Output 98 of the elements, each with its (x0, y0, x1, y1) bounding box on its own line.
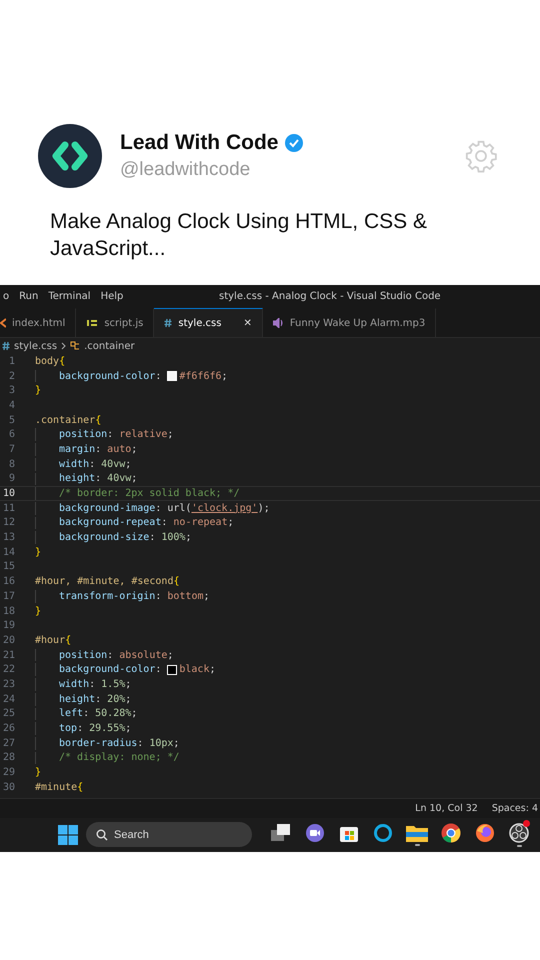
code-text: height: 40vw; (58, 473, 138, 484)
line-number: 24 (2, 694, 15, 705)
menu-item[interactable]: o (0, 291, 16, 302)
line-number: 4 (8, 400, 15, 411)
code-text: margin: auto; (58, 444, 138, 455)
code-text: #f6f6f6; (179, 370, 228, 382)
code-text: .container{ (35, 414, 102, 426)
code-text: position: relative; (58, 429, 174, 440)
code-text: height: 20%; (58, 694, 132, 705)
code-text: } (35, 385, 42, 396)
line-number: 19 (2, 620, 15, 632)
line-number: 17 (2, 590, 15, 602)
code-text: body{ (35, 356, 66, 367)
code-text: } (35, 767, 42, 778)
code-text: /* display: none; */ (58, 752, 180, 764)
code-text: background-size: 100%; (58, 532, 192, 544)
line-number: 22 (2, 664, 15, 676)
line-number: 27 (2, 738, 15, 749)
tab-label: Funny Wake Up Alarm.mp3 (290, 318, 426, 328)
color-swatch[interactable] (167, 371, 178, 382)
tab-label: script.js (104, 318, 144, 328)
ring-icon[interactable] (373, 822, 393, 843)
line-number: 6 (8, 429, 15, 440)
line-number: 21 (2, 650, 15, 661)
code-text: #minute{ (35, 782, 84, 793)
aperture-icon[interactable] (509, 822, 529, 843)
code-text: top: 29.55%; (58, 723, 132, 734)
line-number: 9 (8, 473, 15, 484)
breadcrumb-item[interactable]: .container (84, 340, 135, 352)
js-file-icon (86, 319, 98, 327)
menu-item[interactable]: Terminal (45, 291, 98, 302)
fox-browser-icon[interactable] (475, 822, 495, 843)
menu-item[interactable]: Help (98, 291, 130, 302)
status-item[interactable]: Ln 10, Col 32 (415, 802, 478, 814)
code-text: background-color: (58, 370, 162, 382)
selector-icon (70, 341, 80, 351)
menu-item[interactable]: Run (16, 291, 46, 302)
code-text: } (35, 546, 42, 558)
post-text: Make Analog Clock Using HTML, CSS & JavaScript... (50, 209, 428, 262)
line-number: 29 (2, 767, 15, 778)
tab-label: index.html (12, 318, 66, 328)
window-title: style.css - Analog Clock - Visual Studio Code (219, 291, 441, 302)
windows-logo-icon[interactable] (58, 824, 78, 845)
code-text: background-repeat: no-repeat; (58, 517, 234, 528)
code-text: transform-origin: bottom; (58, 590, 210, 602)
line-number: 23 (2, 678, 15, 690)
code-file-icon (0, 318, 6, 328)
line-number: 26 (2, 723, 15, 734)
line-number: 3 (8, 385, 15, 396)
line-number: 10 (2, 488, 15, 500)
line-number: 14 (2, 546, 15, 558)
line-number: 7 (8, 444, 15, 455)
editor-tab[interactable]: style.css ✕ (154, 308, 263, 337)
status-item[interactable]: Spaces: 4 (492, 802, 538, 814)
color-swatch[interactable] (167, 664, 178, 675)
browser-logo-icon[interactable] (441, 822, 461, 843)
line-number: 20 (2, 634, 15, 646)
line-number: 11 (2, 502, 15, 514)
line-number: 28 (2, 752, 15, 764)
code-text: #hour{ (35, 634, 72, 646)
search-icon (96, 828, 108, 841)
line-number: 2 (8, 370, 15, 382)
hash-icon (164, 318, 172, 328)
line-number: 16 (2, 576, 15, 588)
line-number: 5 (8, 414, 15, 426)
editor-tab[interactable]: index.html (0, 308, 76, 337)
code-text: /* border: 2px solid black; */ (58, 488, 240, 500)
line-number: 15 (2, 561, 15, 572)
close-icon[interactable]: ✕ (243, 318, 252, 328)
code-text: border-radius: 10px; (58, 738, 180, 749)
author-name: Lead With Code (120, 131, 278, 155)
code-text: width: 40vw; (58, 458, 132, 470)
line-number: 12 (2, 517, 15, 528)
video-chat-icon[interactable] (305, 822, 325, 843)
author-handle: @leadwithcode (120, 159, 252, 181)
code-text: background-color: (58, 664, 162, 676)
line-number: 13 (2, 532, 15, 544)
line-number: 18 (2, 606, 15, 617)
windows-stack-icon[interactable] (271, 824, 291, 842)
code-text: position: absolute; (58, 650, 174, 661)
hash-icon (2, 341, 10, 351)
code-text: background-image: url('clock.jpg'); (58, 502, 270, 514)
code-text: left: 50.28%; (58, 708, 138, 720)
code-brackets-icon (52, 141, 88, 171)
breadcrumb-item[interactable]: style.css (14, 340, 58, 352)
speaker-icon (272, 318, 284, 328)
tab-label: style.css (178, 318, 222, 328)
code-text: } (35, 606, 42, 617)
folder-icon[interactable] (406, 824, 428, 842)
line-number: 1 (8, 356, 15, 367)
chevron-icon (61, 342, 66, 350)
code-text: black; (179, 664, 216, 676)
code-text: width: 1.5%; (58, 678, 132, 690)
search-field[interactable]: Search (86, 822, 252, 848)
line-number: 25 (2, 708, 15, 720)
code-text: #hour, #minute, #second{ (35, 576, 180, 588)
line-number: 30 (2, 782, 15, 793)
line-number: 8 (8, 458, 15, 470)
